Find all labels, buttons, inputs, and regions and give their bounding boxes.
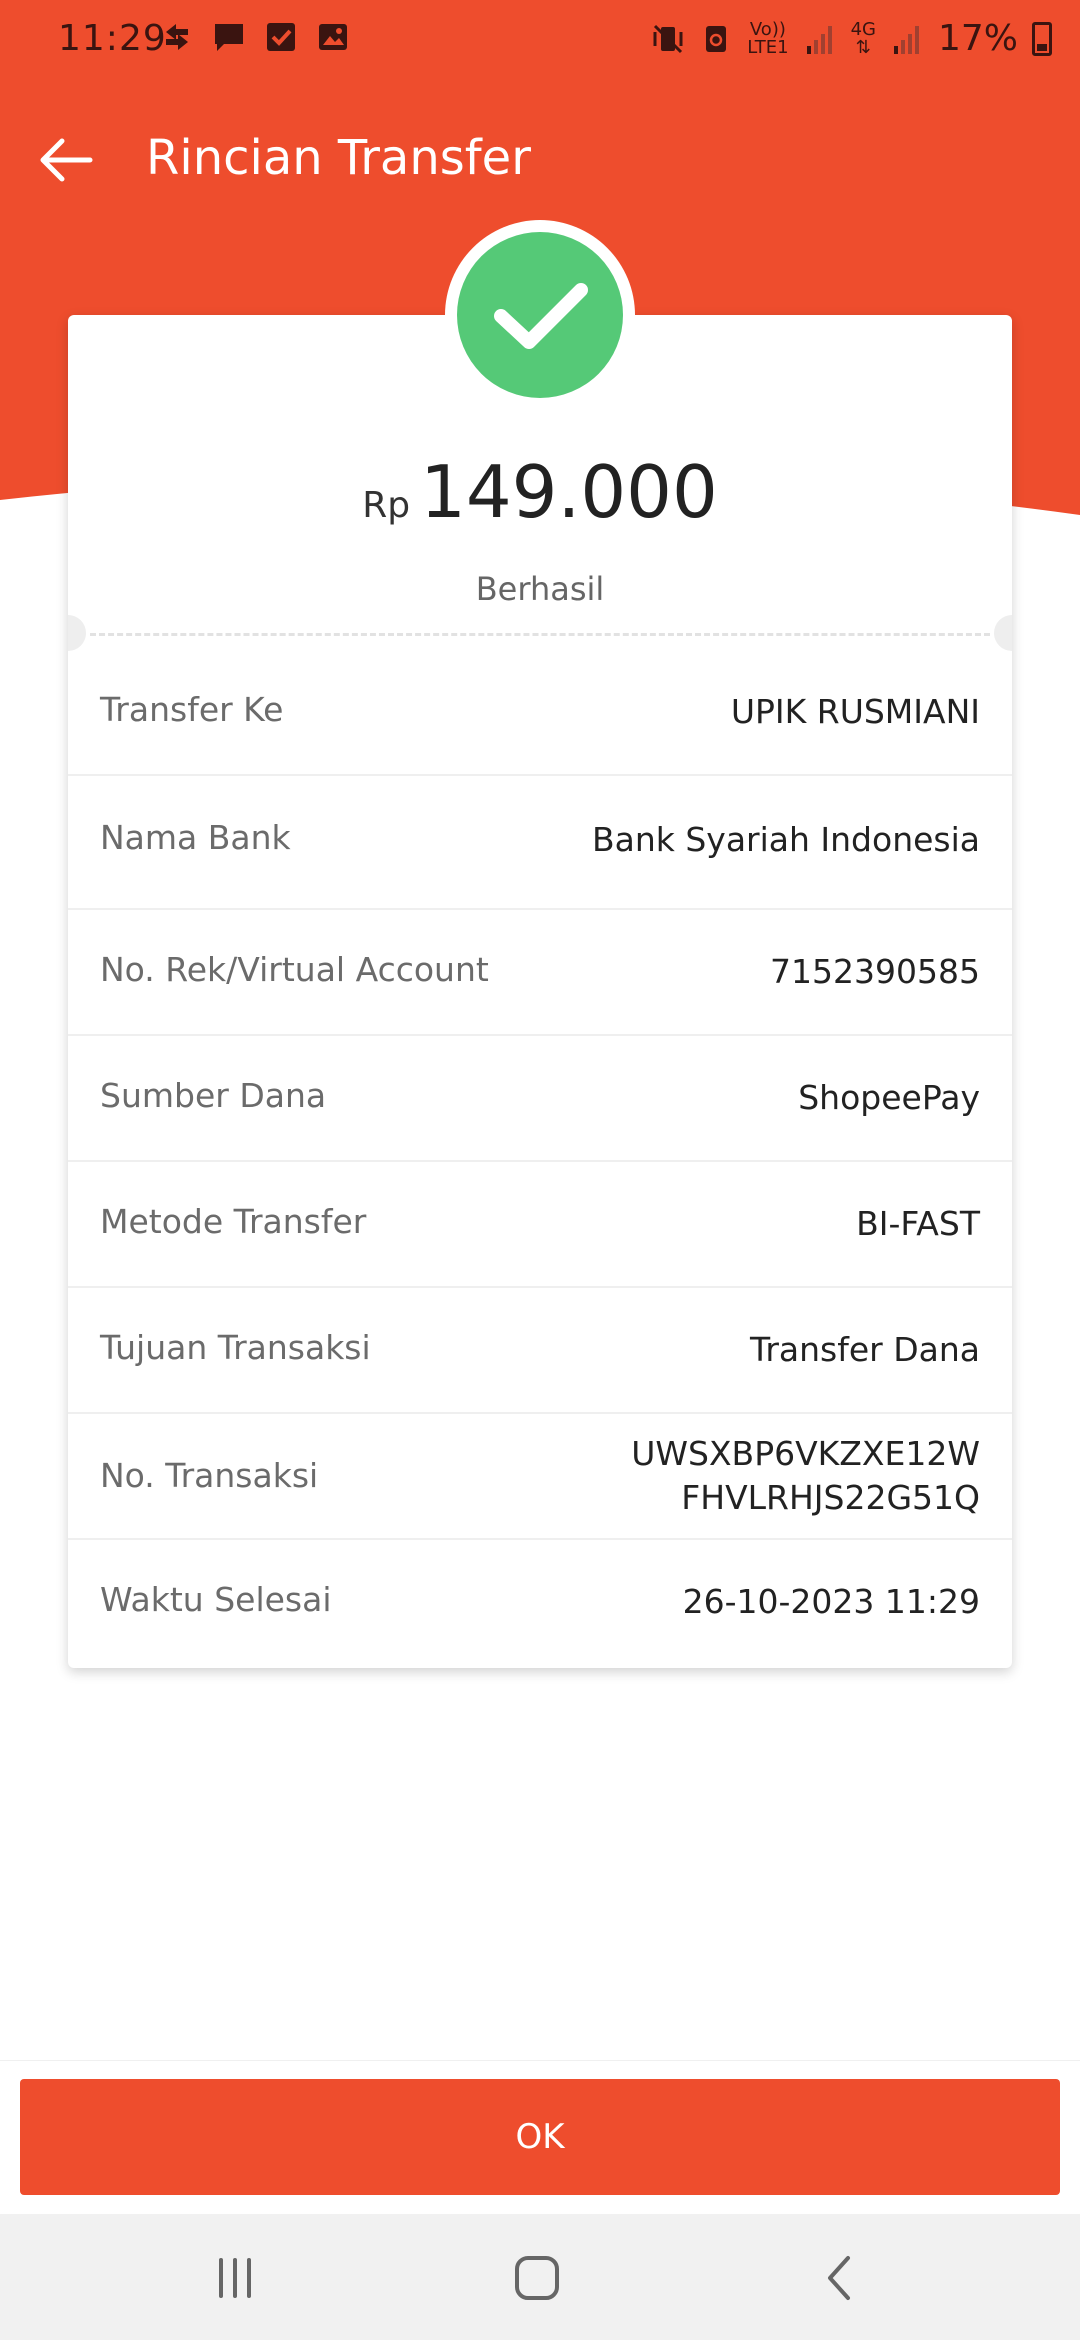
ok-button[interactable]: OK bbox=[20, 2079, 1060, 2195]
bottom-action-bar: OK bbox=[0, 2060, 1080, 2215]
app-bar: Rincian Transfer bbox=[0, 110, 1080, 210]
amount-value: 149.000 bbox=[420, 450, 718, 534]
detail-value: 7152390585 bbox=[770, 952, 980, 991]
detail-row-fund-source: Sumber Dana ShopeePay bbox=[68, 1036, 1012, 1162]
system-nav-bar bbox=[0, 2214, 1080, 2340]
home-icon[interactable] bbox=[505, 2246, 569, 2310]
detail-value: BI-FAST bbox=[856, 1204, 980, 1243]
checkbox-icon bbox=[264, 20, 298, 54]
message-icon bbox=[212, 20, 246, 54]
transfer-amount: Rp 149.000 bbox=[0, 450, 1080, 534]
signal-icon bbox=[803, 22, 837, 56]
detail-label: Sumber Dana bbox=[100, 1076, 327, 1115]
page-title: Rincian Transfer bbox=[146, 130, 531, 186]
back-nav-icon[interactable] bbox=[808, 2246, 872, 2310]
status-time: 11:29 bbox=[58, 18, 167, 59]
battery-percent: 17% bbox=[937, 18, 1018, 59]
detail-value: ShopeePay bbox=[798, 1078, 980, 1117]
detail-value: UPIK RUSMIANI bbox=[730, 692, 980, 731]
recent-apps-icon[interactable] bbox=[203, 2246, 267, 2310]
network-label: Vo)) LTE1 bbox=[747, 18, 789, 58]
detail-row-transaction-number: No. Transaksi UWSXBP6VKZXE12W FHVLRHJS22G… bbox=[68, 1414, 1012, 1540]
success-badge bbox=[445, 220, 635, 410]
detail-row-transfer-method: Metode Transfer BI-FAST bbox=[68, 1162, 1012, 1288]
detail-row-bank-name: Nama Bank Bank Syariah Indonesia bbox=[68, 776, 1012, 910]
back-arrow-icon[interactable] bbox=[34, 128, 98, 192]
detail-value: UWSXBP6VKZXE12W FHVLRHJS22G51Q bbox=[631, 1434, 980, 1517]
success-check-icon bbox=[457, 232, 623, 398]
detail-row-completion-time: Waktu Selesai 26-10-2023 11:29 bbox=[68, 1540, 1012, 1664]
amount-currency: Rp bbox=[362, 485, 411, 526]
detail-label: Waktu Selesai bbox=[100, 1580, 332, 1619]
detail-label: Nama Bank bbox=[100, 818, 291, 857]
detail-value: Transfer Dana bbox=[750, 1330, 980, 1369]
battery-icon bbox=[1032, 21, 1052, 56]
signal-icon-2 bbox=[890, 22, 924, 56]
transfer-icon bbox=[160, 20, 194, 54]
detail-label: Tujuan Transaksi bbox=[100, 1328, 371, 1367]
detail-value: Bank Syariah Indonesia bbox=[591, 820, 980, 859]
transfer-status: Berhasil bbox=[475, 570, 605, 608]
dashed-divider bbox=[90, 633, 990, 636]
details-list: Transfer Ke UPIK RUSMIANI Nama Bank Bank… bbox=[68, 648, 1012, 1664]
detail-label: Metode Transfer bbox=[100, 1202, 367, 1241]
recycle-icon bbox=[699, 22, 733, 56]
status-bar: 11:29 Vo)) LTE1 4G ⇅ 17% bbox=[0, 0, 1080, 80]
detail-value: 26-10-2023 11:29 bbox=[682, 1582, 980, 1621]
detail-label: Transfer Ke bbox=[100, 690, 284, 729]
network-label-2: 4G ⇅ bbox=[850, 18, 876, 58]
detail-row-account-number: No. Rek/Virtual Account 7152390585 bbox=[68, 910, 1012, 1036]
detail-row-transaction-purpose: Tujuan Transaksi Transfer Dana bbox=[68, 1288, 1012, 1414]
detail-row-transfer-to: Transfer Ke UPIK RUSMIANI bbox=[68, 648, 1012, 776]
gallery-icon bbox=[316, 20, 350, 54]
detail-label: No. Rek/Virtual Account bbox=[100, 950, 489, 989]
mute-vibrate-icon bbox=[651, 22, 685, 56]
detail-label: No. Transaksi bbox=[100, 1456, 319, 1495]
